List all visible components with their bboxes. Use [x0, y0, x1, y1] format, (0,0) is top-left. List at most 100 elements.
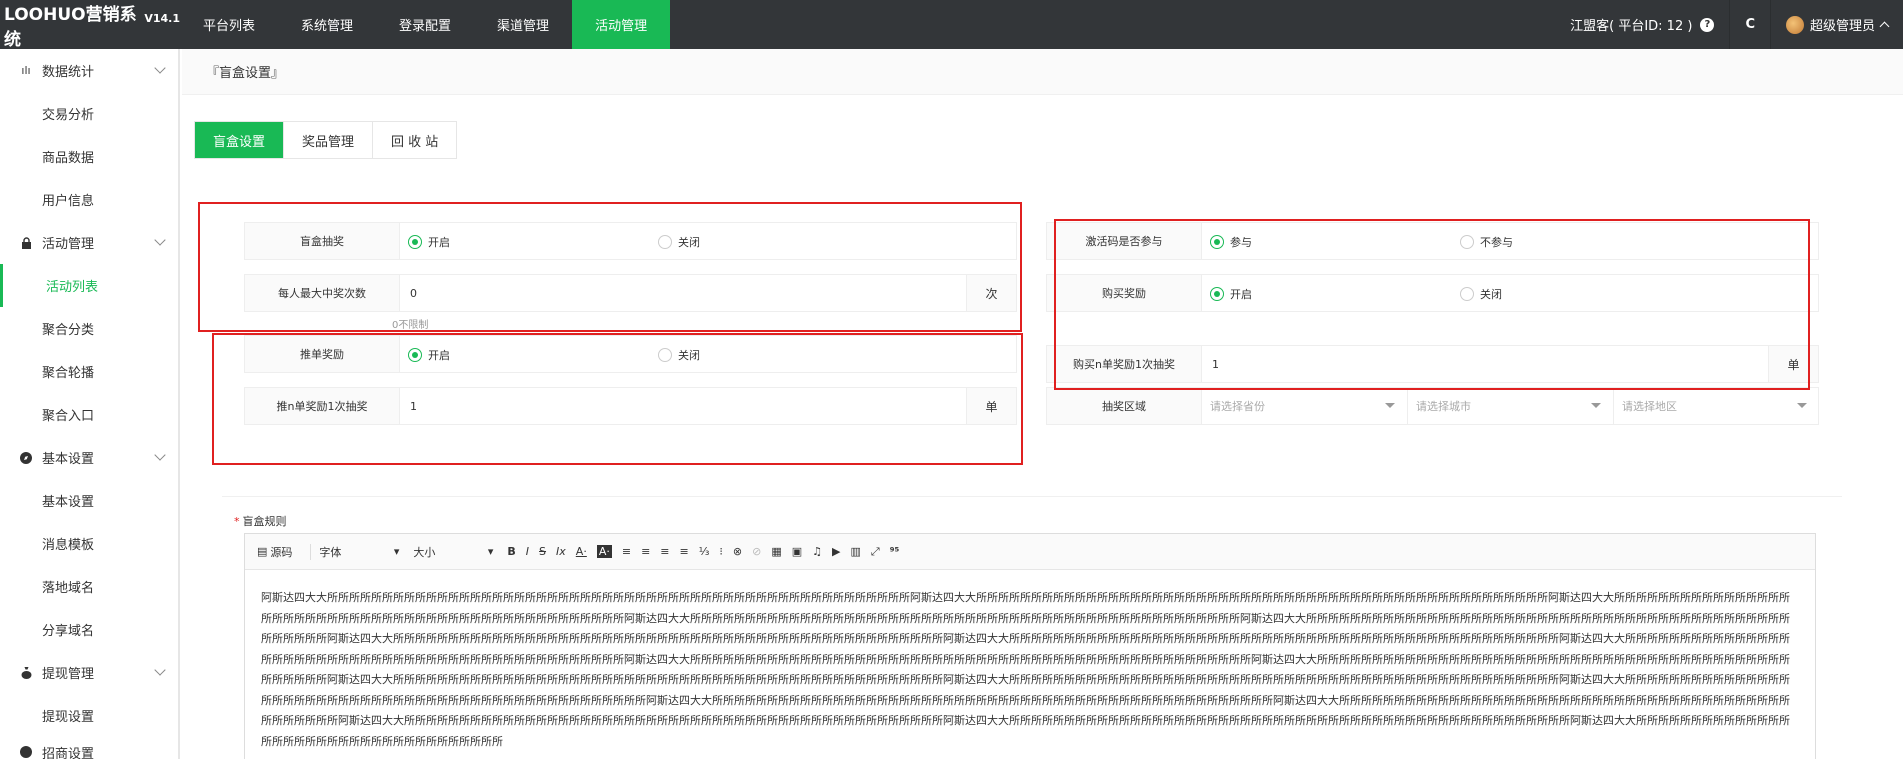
sidebar-group-label: 活动管理 [42, 237, 95, 252]
background-color-icon[interactable]: A· [596, 545, 612, 558]
version-badge: V14.1 [144, 12, 180, 25]
unordered-list-icon[interactable]: ⁝ [719, 545, 723, 558]
chevron-up-icon [1879, 21, 1890, 32]
section-divider [222, 496, 1842, 497]
page-break-icon[interactable]: ▥ [851, 545, 861, 558]
sidebar-group-data-stats[interactable]: ılı 数据统计 [0, 49, 178, 92]
money-bag-icon [20, 666, 32, 679]
brand-logo: LOOHUO营销系统 V14.1 [0, 0, 180, 50]
annotation-box-2 [212, 333, 1023, 465]
font-color-icon[interactable]: A· [576, 545, 587, 558]
ordered-list-icon[interactable]: ⅓ [699, 545, 710, 558]
dropdown-caret-icon [1385, 403, 1395, 408]
sidebar-item-basic-settings[interactable]: 基本设置 [0, 479, 178, 522]
tab-prize-management[interactable]: 奖品管理 [284, 122, 374, 158]
size-select[interactable]: 大小 ▾ [413, 544, 501, 560]
required-star: * [234, 515, 240, 528]
chevron-down-icon [154, 449, 166, 461]
dropdown-caret-icon [1591, 403, 1601, 408]
editor-content[interactable]: 阿斯达四大大所所所所所所所所所所所所所所所所所所所所所所所所所所所所所所所所所所… [245, 570, 1815, 759]
top-right-tools: 江盟客( 平台ID: 12 ) ? C 超级管理员 [1555, 0, 1903, 49]
fullscreen-icon[interactable]: ⤢ [871, 545, 880, 559]
toolbar-divider [310, 543, 312, 560]
bar-chart-icon: ılı [21, 64, 31, 77]
sidebar-group-label: 基本设置 [42, 452, 95, 467]
sidebar-group-label: 招商设置 [42, 746, 95, 759]
tab-recycle-bin[interactable]: 回 收 站 [373, 122, 457, 158]
align-center-icon[interactable]: ≡ [641, 545, 650, 558]
code-icon[interactable]: ⁹⁵ [890, 545, 900, 558]
sidebar-item-user-info[interactable]: 用户信息 [0, 178, 178, 221]
sidebar-item-message-template[interactable]: 消息模板 [0, 522, 178, 565]
sidebar-group-label: 提现管理 [42, 667, 95, 682]
refresh-icon: C [1745, 17, 1755, 32]
link-icon[interactable]: ⊗ [733, 545, 742, 558]
sidebar-item-agg-entry[interactable]: 聚合入口 [0, 393, 178, 436]
brand-name: LOOHUO营销系统 [4, 4, 137, 50]
strikethrough-icon[interactable]: S [539, 545, 546, 558]
platform-info: 江盟客( 平台ID: 12 ) ? [1555, 0, 1729, 49]
help-icon[interactable]: ? [1700, 17, 1715, 32]
topnav-platform-list[interactable]: 平台列表 [180, 0, 278, 49]
clear-format-icon[interactable]: Ix [556, 545, 566, 558]
topnav-activity-management[interactable]: 活动管理 [572, 0, 671, 49]
sidebar: ılı 数据统计 交易分析 商品数据 用户信息 活动管理 活动列表 聚合分类 聚… [0, 49, 180, 759]
align-justify-icon[interactable]: ≡ [680, 545, 689, 558]
chevron-down-icon [154, 664, 166, 676]
province-select[interactable]: 请选择省份 [1202, 388, 1408, 424]
tab-blindbox-settings[interactable]: 盲盒设置 [195, 122, 285, 158]
merchant-icon [20, 746, 32, 758]
platform-label: 江盟客( 平台ID: 12 ) [1570, 19, 1693, 34]
sidebar-group-merchant[interactable]: 招商设置 [0, 737, 178, 759]
sidebar-group-basic-settings[interactable]: 基本设置 [0, 436, 178, 479]
italic-icon[interactable]: I [526, 545, 529, 558]
align-right-icon[interactable]: ≡ [660, 545, 669, 558]
chevron-down-icon [154, 62, 166, 74]
chevron-down-icon [154, 234, 166, 246]
field-label: 抽奖区域 [1047, 388, 1202, 424]
user-name: 超级管理员 [1809, 19, 1875, 34]
main-content: 『盲盒设置』 盲盒设置 奖品管理 回 收 站 盲盒抽奖 开启 关闭 每人最大中奖… [182, 49, 1903, 759]
source-button[interactable]: ▤ 源码 [257, 544, 292, 560]
sidebar-item-landing-domain[interactable]: 落地域名 [0, 565, 178, 608]
rich-text-editor[interactable]: ▤ 源码 字体 ▾ 大小 ▾ B I S Ix A· A· ≡ ≡ ≡ ≡ ⅓ ⁝ … [244, 533, 1816, 759]
unlink-icon[interactable]: ⊘ [752, 545, 761, 558]
breadcrumb: 『盲盒设置』 [182, 49, 1903, 95]
sidebar-item-trade-analysis[interactable]: 交易分析 [0, 92, 178, 135]
sidebar-group-label: 数据统计 [42, 65, 95, 80]
district-select[interactable]: 请选择地区 [1614, 388, 1819, 424]
table-icon[interactable]: ▦ [771, 545, 781, 558]
tab-bar: 盲盒设置 奖品管理 回 收 站 [194, 121, 458, 159]
dropdown-caret-icon [1797, 403, 1807, 408]
sidebar-item-agg-carousel[interactable]: 聚合轮播 [0, 350, 178, 393]
top-nav: 平台列表 系统管理 登录配置 渠道管理 活动管理 [180, 0, 671, 49]
lock-icon [20, 236, 32, 249]
sidebar-item-product-data[interactable]: 商品数据 [0, 135, 178, 178]
user-menu[interactable]: 超级管理员 [1769, 0, 1903, 49]
font-select[interactable]: 字体 ▾ [319, 544, 407, 560]
bold-icon[interactable]: B [507, 545, 515, 558]
sidebar-item-activity-list[interactable]: 活动列表 [0, 264, 178, 307]
lottery-region-row: 抽奖区域 请选择省份 请选择城市 请选择地区 [1046, 387, 1819, 425]
refresh-button[interactable]: C [1729, 0, 1770, 49]
annotation-box-1 [198, 202, 1022, 332]
topnav-system-management[interactable]: 系统管理 [278, 0, 376, 49]
avatar [1785, 15, 1804, 34]
sidebar-item-share-domain[interactable]: 分享域名 [0, 608, 178, 651]
align-left-icon[interactable]: ≡ [622, 545, 631, 558]
sidebar-item-withdraw-settings[interactable]: 提现设置 [0, 694, 178, 737]
sidebar-item-agg-category[interactable]: 聚合分类 [0, 307, 178, 350]
topnav-channel-management[interactable]: 渠道管理 [474, 0, 572, 49]
annotation-box-3 [1054, 219, 1810, 390]
video-icon[interactable]: ▶ [832, 545, 840, 558]
city-select[interactable]: 请选择城市 [1408, 388, 1614, 424]
topnav-login-config[interactable]: 登录配置 [376, 0, 474, 49]
rules-label: * 盲盒规则 [234, 515, 287, 528]
image-icon[interactable]: ▣ [792, 545, 802, 558]
sidebar-group-activity[interactable]: 活动管理 [0, 221, 178, 264]
editor-toolbar: ▤ 源码 字体 ▾ 大小 ▾ B I S Ix A· A· ≡ ≡ ≡ ≡ ⅓ ⁝ … [245, 534, 1815, 570]
breadcrumb-title: 『盲盒设置』 [206, 66, 285, 81]
sidebar-group-withdraw[interactable]: 提现管理 [0, 651, 178, 694]
compass-icon [20, 451, 32, 464]
audio-icon[interactable]: ♫ [812, 545, 822, 558]
